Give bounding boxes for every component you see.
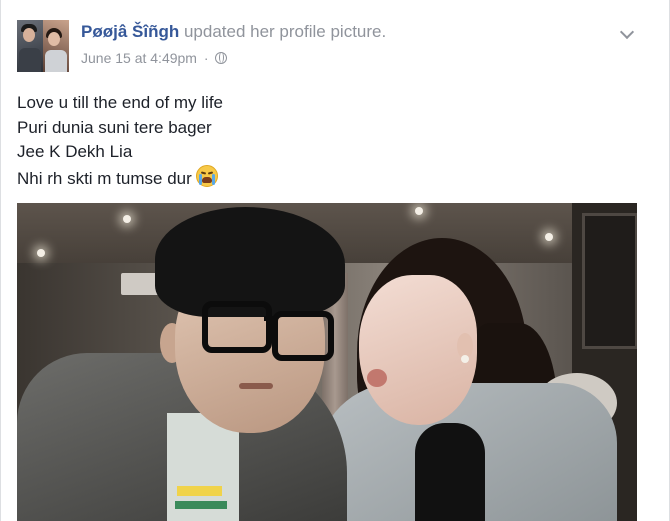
- avatar-detail: [19, 48, 41, 72]
- crying-face-emoji-icon: [195, 164, 218, 187]
- photo-person-right: [367, 369, 387, 387]
- post-header: Pøøjâ Šîñgh updated her profile picture.: [81, 22, 386, 42]
- post-text-line: Nhi rh skti m tumse dur: [17, 168, 192, 188]
- photo-light: [415, 207, 423, 215]
- post-timestamp-link[interactable]: June 15 at 4:49pm: [81, 50, 197, 66]
- author-name-link[interactable]: Pøøjâ Šîñgh: [81, 22, 179, 41]
- post-text-line: Jee K Dekh Lia: [17, 142, 133, 161]
- avatar-detail: [23, 28, 35, 42]
- post-meta: June 15 at 4:49pm ·: [81, 50, 228, 66]
- photo-person-left: [239, 383, 273, 389]
- post-message: Love u till the end of my life Puri duni…: [17, 91, 223, 191]
- photo-person-left: [272, 311, 334, 361]
- author-avatar[interactable]: [17, 20, 69, 72]
- photo-person-right: [461, 355, 469, 363]
- photo-person-left: [264, 316, 276, 321]
- post-text-line: Love u till the end of my life: [17, 93, 224, 112]
- photo-person-left: [177, 486, 222, 496]
- post-text-line-with-emoji: Nhi rh skti m tumse dur: [17, 164, 223, 192]
- avatar-detail: [45, 50, 67, 72]
- photo-light: [37, 249, 45, 257]
- chevron-down-icon[interactable]: [619, 24, 635, 40]
- avatar-detail: [48, 32, 60, 46]
- photo-person-right: [415, 423, 485, 521]
- post-text-line: Puri dunia suni tere bager: [17, 117, 212, 137]
- post-action-text: updated her profile picture.: [183, 22, 387, 41]
- post-card: Pøøjâ Šîñgh updated her profile picture.…: [0, 0, 670, 521]
- photo-light: [123, 215, 131, 223]
- meta-separator: ·: [203, 50, 209, 66]
- photo-person-left: [202, 301, 272, 353]
- globe-icon[interactable]: [215, 52, 228, 64]
- photo-person-left: [175, 501, 227, 509]
- photo-panel: [582, 213, 637, 349]
- profile-picture-photo[interactable]: [17, 203, 637, 521]
- photo-light: [545, 233, 553, 241]
